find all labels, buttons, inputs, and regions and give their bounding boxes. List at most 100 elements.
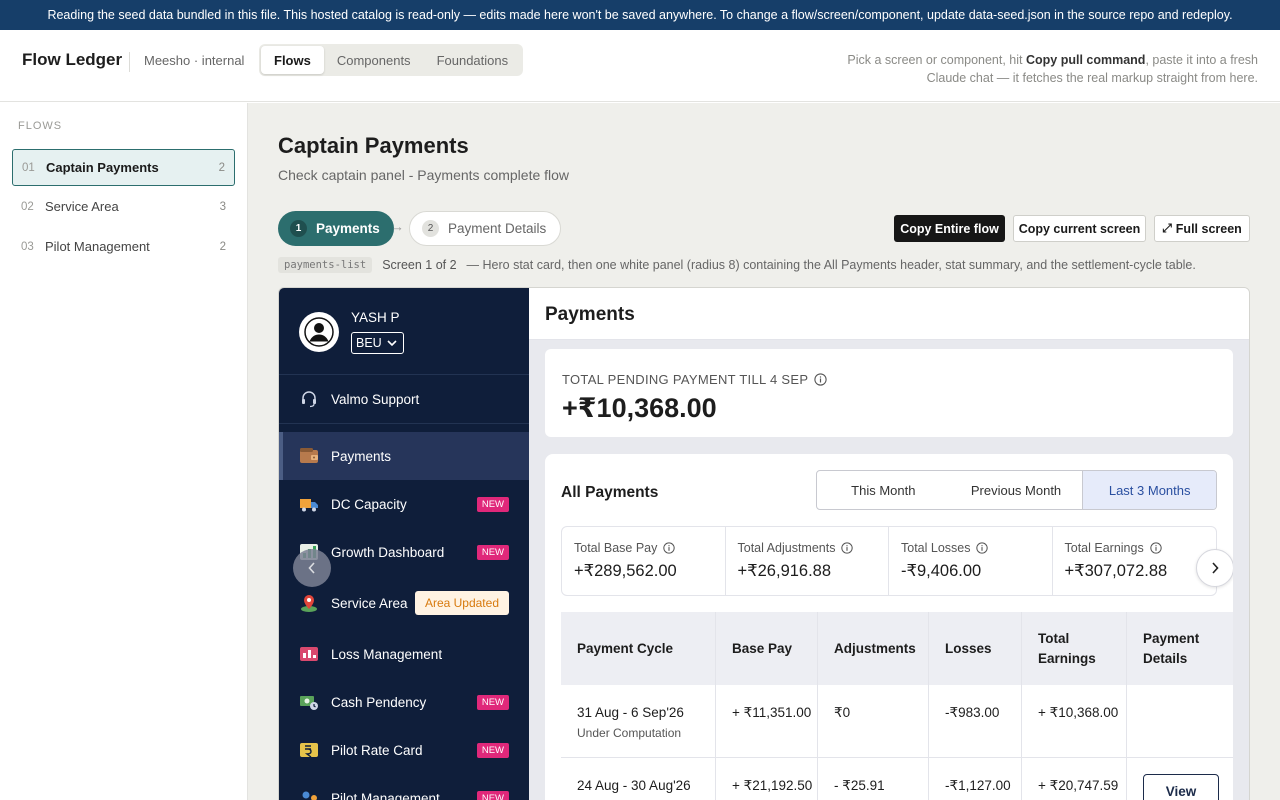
brand-divider <box>129 52 130 72</box>
period-last-3-months[interactable]: Last 3 Months <box>1082 471 1216 509</box>
step-payment-details[interactable]: 2 Payment Details <box>409 211 562 246</box>
brand-logo[interactable]: Flow Ledger <box>22 50 122 70</box>
panel-title: All Payments <box>561 484 659 501</box>
cash-icon <box>299 692 319 712</box>
map-pin-icon <box>299 593 319 613</box>
new-badge: NEW <box>476 694 509 710</box>
column-header: Total Earnings <box>1022 612 1127 685</box>
screen-code-tag: payments-list <box>278 257 373 273</box>
info-icon <box>976 542 989 554</box>
user-name: YASH P <box>351 310 400 325</box>
top-tabs: Flows Components Foundations <box>259 44 524 76</box>
chevron-left-icon <box>308 562 315 574</box>
new-badge: NEW <box>476 742 509 758</box>
info-icon <box>1150 542 1162 554</box>
table-row: 31 Aug - 6 Sep'26 Under Computation + ₹11… <box>561 685 1233 758</box>
screen-header: Payments <box>529 288 1249 340</box>
payments-screen: Payments TOTAL PENDING PAYMENT TILL 4 SE… <box>529 288 1249 800</box>
flows-sidebar: FLOWS 01 Captain Payments 2 02 Service A… <box>0 103 248 800</box>
nav-divider <box>279 423 529 424</box>
chevron-right-icon <box>1212 562 1219 574</box>
role-select[interactable]: BEU <box>351 332 404 354</box>
page-subtitle: Check captain panel - Payments complete … <box>278 167 570 183</box>
stat-summary: Total Base Pay +₹289,562.00 Total Adjust… <box>561 526 1217 596</box>
nav-item-pilot-rate-card[interactable]: Pilot Rate Card NEW <box>279 726 529 774</box>
page-title: Captain Payments <box>278 133 469 158</box>
cycle-dates: 24 Aug - 30 Aug'26 <box>577 778 691 793</box>
nav-item-cash-pendency[interactable]: Cash Pendency NEW <box>279 678 529 726</box>
cycle-dates: 31 Aug - 6 Sep'26 <box>577 705 684 720</box>
screen-counter: Screen 1 of 2 <box>382 258 457 272</box>
headset-icon <box>299 389 319 409</box>
sidebar-item-label: Service Area <box>45 199 119 214</box>
settlement-cycle-table: Payment Cycle Base Pay Adjustments Losse… <box>561 612 1233 800</box>
collapse-nav-button[interactable] <box>293 549 331 587</box>
pending-payment-card: TOTAL PENDING PAYMENT TILL 4 SEP +₹10,36… <box>545 349 1233 437</box>
tab-foundations[interactable]: Foundations <box>424 46 522 74</box>
rate-card-icon <box>299 740 319 760</box>
truck-icon <box>299 494 319 514</box>
new-badge: NEW <box>476 496 509 512</box>
screen-count: 2 <box>218 161 225 174</box>
sidebar-heading: FLOWS <box>18 120 63 132</box>
screen-description: — Hero stat card, then one white panel (… <box>466 258 1196 272</box>
column-header: Payment Details <box>1143 630 1200 666</box>
info-icon <box>663 542 676 554</box>
screen-count: 2 <box>219 240 226 253</box>
stat-total-earnings: Total Earnings +₹307,072.88 <box>1064 541 1168 580</box>
area-updated-badge: Area Updated <box>414 591 509 615</box>
period-this-month[interactable]: This Month <box>817 471 950 509</box>
tab-flows[interactable]: Flows <box>261 46 324 74</box>
column-header: Adjustments <box>818 612 929 685</box>
screen-preview: YASH P BEU Valmo Support Payments DC Cap… <box>278 287 1250 800</box>
step-arrow-icon: → <box>391 219 404 234</box>
copy-current-screen-button[interactable]: Copy current screen <box>1013 215 1146 242</box>
stats-next-button[interactable] <box>1196 549 1233 587</box>
period-selector: This Month Previous Month Last 3 Months <box>816 470 1217 510</box>
hint-command: Copy pull command <box>1025 53 1146 67</box>
copy-entire-flow-button[interactable]: Copy Entire flow <box>894 215 1005 242</box>
screen-title: Payments <box>545 304 635 325</box>
nav-item-valmo-support[interactable]: Valmo Support <box>279 375 529 423</box>
stat-total-base-pay: Total Base Pay +₹289,562.00 <box>562 527 726 595</box>
nav-item-loss-management[interactable]: Loss Management <box>279 630 529 678</box>
column-header: Losses <box>929 612 1022 685</box>
view-payment-button[interactable]: View <box>1143 774 1219 800</box>
readonly-banner: Reading the seed data bundled in this fi… <box>0 0 1280 30</box>
column-header: Payment Cycle <box>561 612 716 685</box>
usage-hint: Pick a screen or component, hit Copy pul… <box>847 53 1258 85</box>
stat-total-adjustments: Total Adjustments +₹26,916.88 <box>726 527 889 595</box>
sidebar-item-label: Captain Payments <box>46 160 159 175</box>
new-badge: NEW <box>476 790 509 800</box>
pilot-icon <box>299 788 319 800</box>
expand-icon: ⤢ <box>1162 221 1172 235</box>
step-payments[interactable]: 1 Payments <box>278 211 394 246</box>
table-row: 24 Aug - 30 Aug'26 + ₹21,192.50 - ₹25.91… <box>561 758 1233 800</box>
sidebar-item-pilot-management[interactable]: 03 Pilot Management 2 <box>12 228 235 265</box>
screen-count: 3 <box>219 200 226 213</box>
pending-payment-value: +₹10,368.00 <box>562 393 717 423</box>
nav-item-dc-capacity[interactable]: DC Capacity NEW <box>279 480 529 528</box>
info-icon <box>814 373 827 386</box>
flow-detail: Captain Payments Check captain panel - P… <box>248 103 1280 800</box>
all-payments-panel: All Payments This Month Previous Month L… <box>545 454 1233 800</box>
tab-components[interactable]: Components <box>324 46 424 74</box>
period-previous-month[interactable]: Previous Month <box>950 471 1083 509</box>
new-badge: NEW <box>476 544 509 560</box>
chevron-down-icon <box>387 339 397 346</box>
avatar <box>299 312 339 352</box>
loss-icon <box>299 644 319 664</box>
info-icon <box>841 542 854 554</box>
screen-meta: payments-list Screen 1 of 2 — Hero stat … <box>278 256 1196 274</box>
stat-total-losses: Total Losses -₹9,406.00 <box>889 527 1053 595</box>
sidebar-item-captain-payments[interactable]: 01 Captain Payments 2 <box>12 149 235 186</box>
sidebar-item-label: Pilot Management <box>45 239 150 254</box>
nav-item-pilot-management[interactable]: Pilot Management NEW <box>279 774 529 800</box>
column-header: Base Pay <box>716 612 818 685</box>
full-screen-button[interactable]: ⤢ Full screen <box>1154 215 1250 242</box>
nav-item-payments[interactable]: Payments <box>279 432 529 480</box>
org-label: Meesho · internal <box>144 53 245 68</box>
banner-text: Reading the seed data bundled in this fi… <box>47 8 1233 22</box>
sidebar-item-service-area[interactable]: 02 Service Area 3 <box>12 188 235 225</box>
top-bar: Flow Ledger Meesho · internal Flows Comp… <box>0 30 1280 102</box>
